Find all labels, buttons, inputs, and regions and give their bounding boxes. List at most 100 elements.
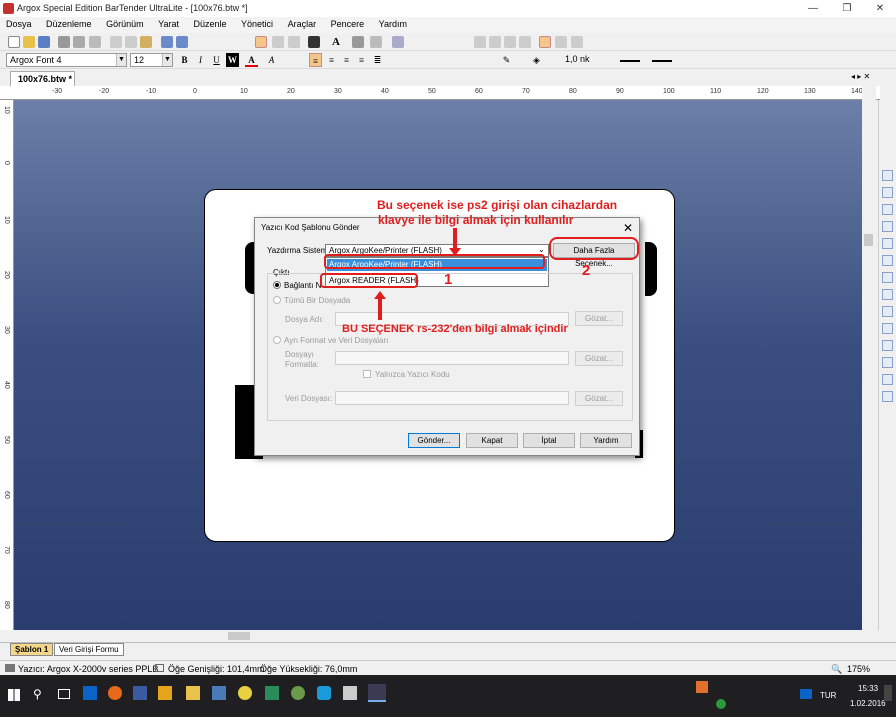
menu-file[interactable]: Dosya	[0, 17, 38, 29]
vertical-scroll-thumb[interactable]	[864, 234, 873, 246]
app-icon[interactable]	[238, 686, 252, 700]
radio-connected[interactable]	[273, 281, 281, 289]
align-tool-icon[interactable]	[882, 187, 893, 198]
clock-time[interactable]: 15:33	[858, 684, 878, 693]
close-dialog-button[interactable]: Kapat	[466, 433, 518, 448]
tab-nav-icon[interactable]: ◂ ▸ ✕	[851, 72, 870, 81]
paste-icon[interactable]	[140, 36, 152, 48]
menu-create[interactable]: Yarat	[152, 17, 185, 29]
save-icon[interactable]	[38, 36, 50, 48]
table-icon[interactable]	[571, 36, 583, 48]
print-icon[interactable]	[58, 36, 70, 48]
align-tool-icon[interactable]	[882, 272, 893, 283]
start-icon[interactable]	[8, 689, 20, 701]
firefox-icon[interactable]	[108, 686, 122, 700]
menu-admin[interactable]: Yönetici	[235, 17, 279, 29]
line-width-combo[interactable]: 1,0 nk	[562, 53, 610, 67]
align-tool-icon[interactable]	[882, 255, 893, 266]
cancel-button[interactable]: İptal	[523, 433, 575, 448]
pointer-tool-icon[interactable]	[272, 36, 284, 48]
outlook-icon[interactable]	[83, 686, 97, 700]
copy-icon[interactable]	[125, 36, 137, 48]
menu-help[interactable]: Yardım	[373, 17, 413, 29]
line-end-icon[interactable]	[652, 60, 672, 62]
text-effect-icon[interactable]: A	[265, 53, 278, 67]
app-icon[interactable]	[291, 686, 305, 700]
restore-button[interactable]: ❐	[831, 0, 863, 17]
align-tool-icon[interactable]	[882, 374, 893, 385]
line-spacing-icon[interactable]: ≣	[371, 53, 384, 67]
data-file-field[interactable]	[335, 391, 569, 405]
tab-document[interactable]: 100x76.btw *	[10, 71, 75, 86]
menu-arrange[interactable]: Düzenle	[187, 17, 232, 29]
browse-format-button[interactable]: Gözat...	[575, 351, 623, 366]
tab-template-1[interactable]: Şablon 1	[10, 643, 54, 656]
redo-icon[interactable]	[176, 36, 188, 48]
align-left-icon[interactable]: ≡	[309, 53, 322, 67]
horizontal-scrollbar[interactable]	[14, 630, 862, 642]
undo-icon[interactable]	[161, 36, 173, 48]
cut-icon[interactable]	[110, 36, 122, 48]
bartender-task-icon[interactable]	[368, 684, 386, 702]
align-tool-icon[interactable]	[882, 289, 893, 300]
tab-data-entry-form[interactable]: Veri Girişi Formu	[54, 643, 124, 656]
help-button[interactable]: Yardım	[580, 433, 632, 448]
fill-color-icon[interactable]: ◈	[530, 53, 543, 67]
vertical-scrollbar[interactable]	[862, 86, 876, 630]
browse-data-button[interactable]: Gözat...	[575, 391, 623, 406]
send-button[interactable]: Gönder...	[408, 433, 460, 448]
zoom-fit-icon[interactable]	[504, 36, 516, 48]
app-icon[interactable]	[158, 686, 172, 700]
outlook-tray-icon[interactable]	[800, 689, 812, 699]
menu-view[interactable]: Görünüm	[100, 17, 150, 29]
menu-edit[interactable]: Düzenleme	[40, 17, 98, 29]
line-tool-icon[interactable]	[352, 36, 364, 48]
file-explorer-icon[interactable]	[186, 686, 200, 700]
barcode-tool-icon[interactable]	[308, 36, 320, 48]
page-setup-icon[interactable]	[89, 36, 101, 48]
task-view-icon[interactable]	[58, 689, 70, 699]
align-tool-icon[interactable]	[882, 170, 893, 181]
skype-icon[interactable]	[317, 686, 331, 700]
input-language[interactable]: TUR	[820, 691, 836, 700]
justify-icon[interactable]: ≡	[355, 53, 368, 67]
close-button[interactable]: ✕	[864, 0, 896, 17]
radio-single-file[interactable]	[273, 296, 281, 304]
menu-tools[interactable]: Araçlar	[282, 17, 323, 29]
text-tool-icon[interactable]: A	[332, 36, 344, 48]
app-icon[interactable]	[343, 686, 357, 700]
italic-button[interactable]: I	[194, 53, 207, 67]
zoom-page-icon[interactable]	[519, 36, 531, 48]
align-tool-icon[interactable]	[882, 323, 893, 334]
align-tool-icon[interactable]	[882, 238, 893, 249]
app-icon[interactable]	[133, 686, 147, 700]
zoom-out-icon[interactable]	[489, 36, 501, 48]
new-file-icon[interactable]	[8, 36, 20, 48]
print-preview-icon[interactable]	[73, 36, 85, 48]
align-tool-icon[interactable]	[882, 391, 893, 402]
clock-date[interactable]: 1.02.2016	[850, 699, 886, 708]
align-right-icon[interactable]: ≡	[340, 53, 353, 67]
tray-icon[interactable]	[696, 681, 708, 693]
snap-grid-icon[interactable]	[539, 36, 551, 48]
dialog-close-icon[interactable]: ✕	[623, 221, 633, 235]
align-center-icon[interactable]: ≡	[325, 53, 338, 67]
reverse-button[interactable]: W	[226, 53, 239, 67]
font-combo[interactable]: Argox Font 4 ▼	[6, 53, 127, 67]
printer-code-only-checkbox[interactable]	[363, 370, 371, 378]
show-grid-icon[interactable]	[555, 36, 567, 48]
minimize-button[interactable]: —	[797, 0, 829, 17]
align-tool-icon[interactable]	[882, 306, 893, 317]
browse-file-button[interactable]: Gözat...	[575, 311, 623, 326]
horizontal-scroll-thumb[interactable]	[228, 632, 250, 640]
app-icon[interactable]	[212, 686, 226, 700]
align-tool-icon[interactable]	[882, 204, 893, 215]
search-icon[interactable]: ⚲	[33, 687, 42, 701]
shape-tool-icon[interactable]	[370, 36, 382, 48]
radio-separate-files[interactable]	[273, 336, 281, 344]
font-color-icon[interactable]: A	[245, 53, 258, 67]
status-zoom[interactable]: 175%	[847, 664, 870, 674]
tray-icon[interactable]	[716, 699, 726, 709]
bold-button[interactable]: B	[178, 53, 191, 67]
zoom-in-icon[interactable]	[474, 36, 486, 48]
